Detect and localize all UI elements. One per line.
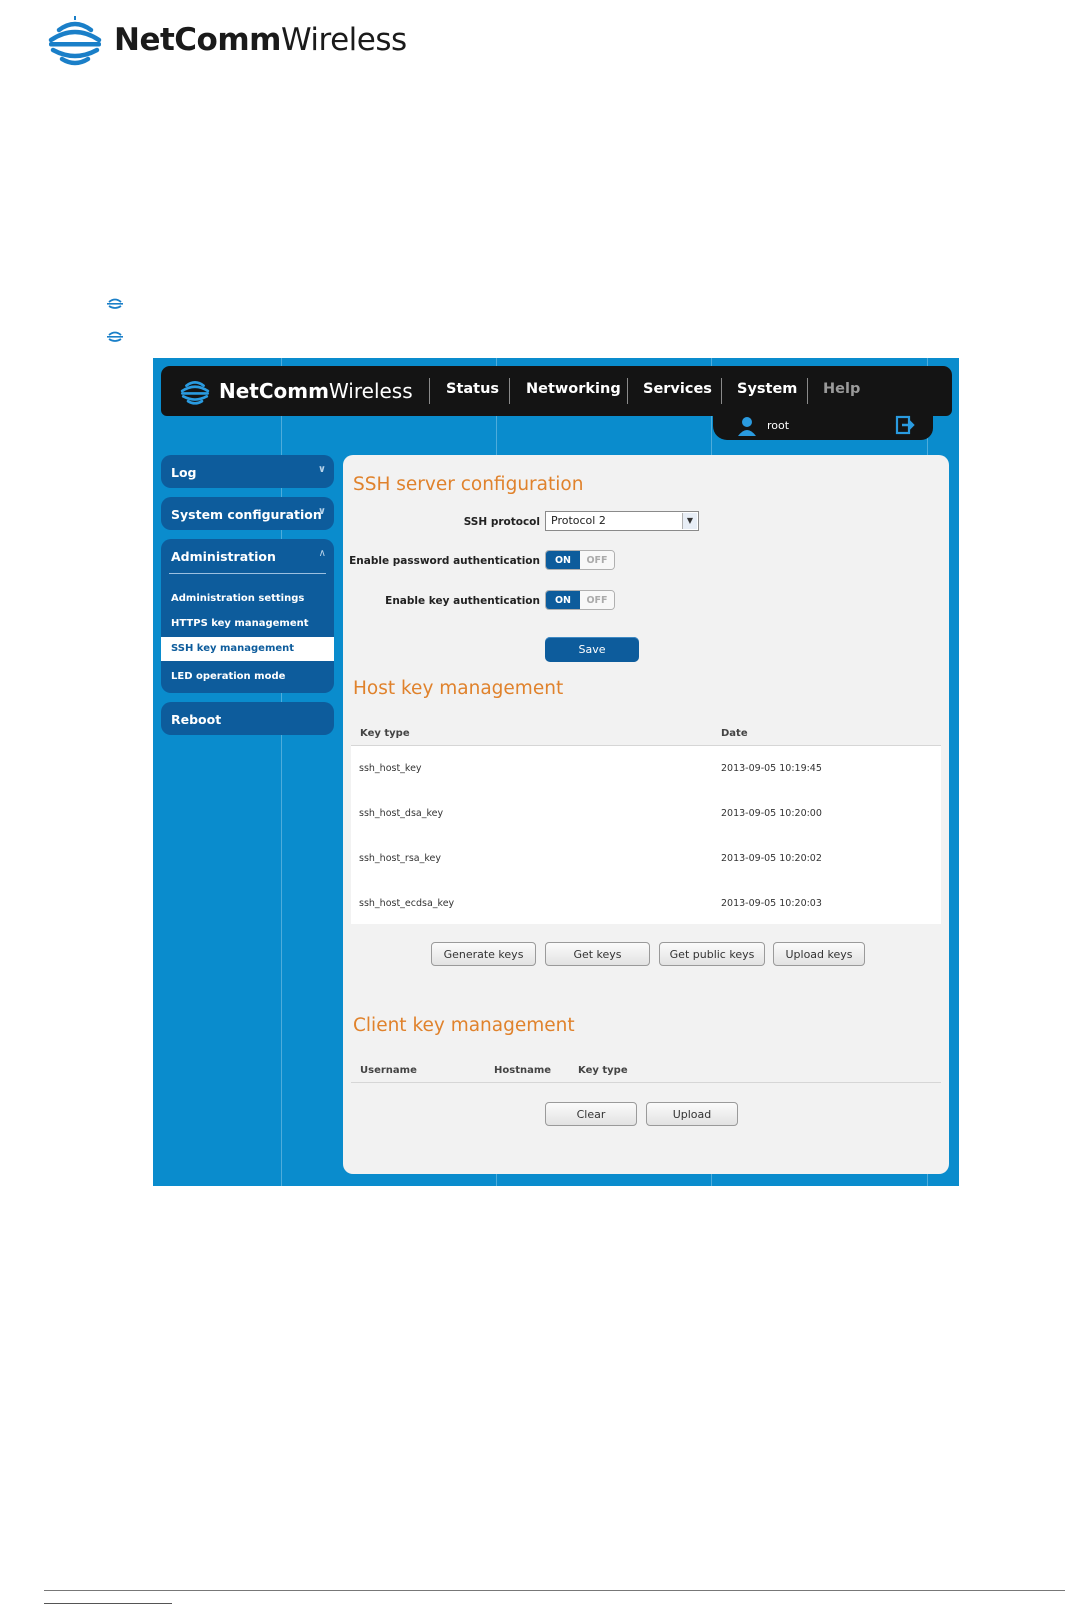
username: root [767, 419, 790, 432]
host-key-table: ssh_host_key 2013-09-05 10:19:45 ssh_hos… [351, 745, 941, 924]
date-cell: 2013-09-05 10:20:00 [721, 808, 822, 819]
column-header-date: Date [721, 728, 748, 739]
sidebar-item-https-key-management[interactable]: HTTPS key management [171, 618, 309, 629]
save-button[interactable]: Save [545, 637, 639, 662]
ssh-protocol-value: Protocol 2 [551, 514, 606, 527]
router-ui-screenshot: NetCommWireless Status Networking Servic… [153, 358, 959, 1186]
user-icon [738, 417, 756, 436]
client-key-title: Client key management [353, 1015, 575, 1036]
nav-logo[interactable]: NetCommWireless [177, 376, 413, 406]
bullet-wifi-icon [107, 331, 123, 342]
chevron-down-icon: ▼ [682, 513, 697, 529]
wifi-logo-icon [48, 16, 102, 66]
toggle-on: ON [546, 551, 580, 569]
table-row[interactable]: ssh_host_dsa_key 2013-09-05 10:20:00 [351, 791, 941, 836]
footer-divider [44, 1590, 1065, 1591]
password-auth-toggle[interactable]: ON OFF [545, 550, 615, 570]
nav-separator [807, 378, 808, 404]
date-cell: 2013-09-05 10:20:02 [721, 853, 822, 864]
table-row[interactable]: ssh_host_rsa_key 2013-09-05 10:20:02 [351, 836, 941, 881]
sidebar-item-label: SSH key management [171, 643, 295, 654]
column-header-key-type: Key type [578, 1065, 628, 1076]
divider [169, 573, 326, 574]
sidebar-administration: Administration ∧ Administration settings… [161, 539, 334, 693]
sidebar-system-configuration-label: System configuration [171, 507, 322, 522]
generate-keys-button[interactable]: Generate keys [431, 942, 536, 966]
nav-separator [721, 378, 722, 404]
password-auth-label: Enable password authentication [349, 555, 540, 567]
sidebar-log-label: Log [171, 465, 197, 480]
key-type-cell: ssh_host_ecdsa_key [359, 898, 455, 909]
get-public-keys-button[interactable]: Get public keys [659, 942, 765, 966]
date-cell: 2013-09-05 10:20:03 [721, 898, 822, 909]
table-row[interactable]: ssh_host_ecdsa_key 2013-09-05 10:20:03 [351, 881, 941, 926]
sidebar-item-led-operation-mode[interactable]: LED operation mode [171, 671, 285, 682]
nav-services[interactable]: Services [643, 381, 712, 397]
chevron-down-icon: ∨ [317, 464, 326, 475]
chevron-up-icon[interactable]: ∧ [319, 548, 326, 559]
nav-help[interactable]: Help [823, 381, 860, 397]
main-panel: SSH server configuration SSH protocol Pr… [343, 455, 949, 1174]
host-key-title: Host key management [353, 678, 564, 699]
sidebar-reboot-label: Reboot [171, 712, 222, 727]
upload-button[interactable]: Upload [646, 1102, 738, 1126]
nav-status[interactable]: Status [446, 381, 499, 397]
column-header-username: Username [360, 1065, 417, 1076]
logout-icon[interactable] [895, 415, 915, 435]
sidebar-item-administration-settings[interactable]: Administration settings [171, 593, 304, 604]
ssh-config-title: SSH server configuration [353, 474, 584, 495]
nav-system[interactable]: System [737, 381, 797, 397]
toggle-on: ON [546, 591, 580, 609]
netcomm-wireless-logo: NetCommWireless [46, 12, 407, 68]
toggle-off: OFF [580, 591, 614, 609]
chevron-down-icon: ∨ [317, 506, 326, 517]
key-type-cell: ssh_host_rsa_key [359, 853, 441, 864]
key-auth-toggle[interactable]: ON OFF [545, 590, 615, 610]
sidebar-system-configuration[interactable]: System configuration ∨ [161, 497, 334, 530]
key-auth-label: Enable key authentication [385, 595, 540, 607]
toggle-off: OFF [580, 551, 614, 569]
user-bar: root [713, 412, 933, 440]
wifi-logo-icon [180, 381, 210, 405]
column-header-hostname: Hostname [494, 1065, 552, 1076]
nav-separator [429, 378, 430, 404]
sidebar-reboot[interactable]: Reboot [161, 702, 334, 735]
upload-keys-button[interactable]: Upload keys [773, 942, 865, 966]
sidebar-item-ssh-key-management[interactable]: SSH key management [161, 637, 334, 661]
bullet-wifi-icon [107, 298, 123, 309]
ssh-protocol-select[interactable]: Protocol 2 ▼ [545, 511, 699, 531]
footnote-divider [44, 1603, 172, 1604]
nav-separator [509, 378, 510, 404]
divider [351, 1082, 941, 1083]
sidebar-administration-label[interactable]: Administration [171, 549, 276, 564]
column-header-key-type: Key type [360, 728, 410, 739]
nav-networking[interactable]: Networking [526, 381, 621, 397]
top-navigation: NetCommWireless Status Networking Servic… [161, 366, 952, 416]
table-row[interactable]: ssh_host_key 2013-09-05 10:19:45 [351, 746, 941, 791]
sidebar-log[interactable]: Log ∨ [161, 455, 334, 488]
key-type-cell: ssh_host_dsa_key [359, 808, 444, 819]
clear-button[interactable]: Clear [545, 1102, 637, 1126]
brand-name: NetCommWireless [219, 379, 413, 403]
get-keys-button[interactable]: Get keys [545, 942, 650, 966]
key-type-cell: ssh_host_key [359, 763, 422, 774]
date-cell: 2013-09-05 10:19:45 [721, 763, 822, 774]
nav-separator [627, 378, 628, 404]
brand-name: NetCommWireless [114, 22, 407, 58]
ssh-protocol-label: SSH protocol [463, 516, 540, 528]
